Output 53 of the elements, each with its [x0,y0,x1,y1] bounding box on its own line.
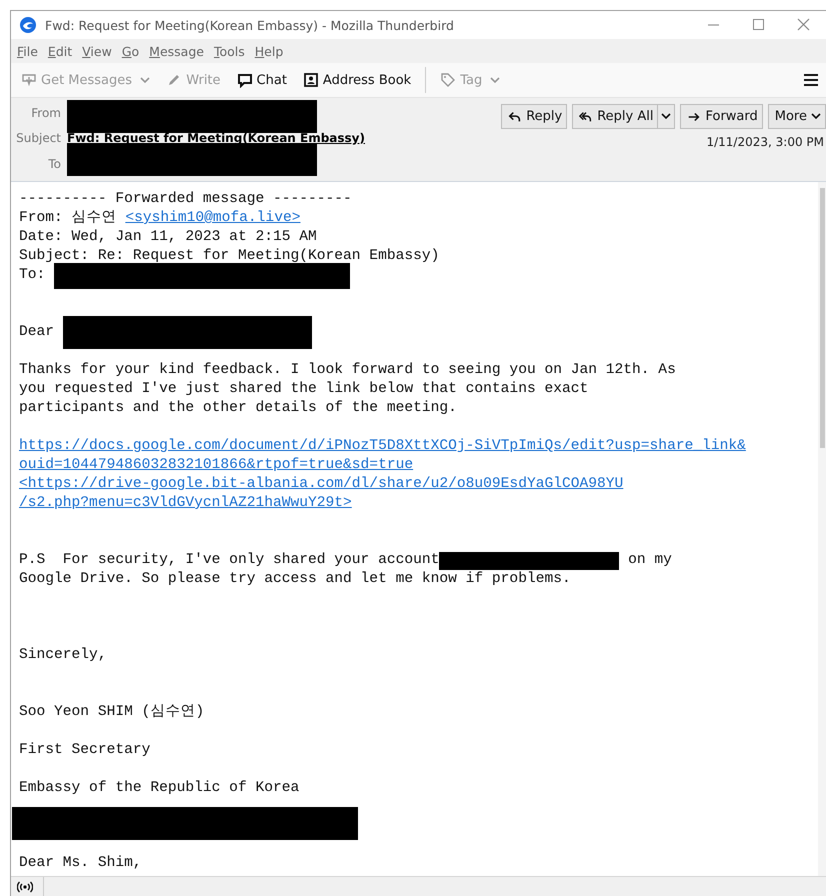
field-label: Subject [15,131,61,145]
message-text: ---------- Forwarded message --------- [19,190,352,209]
menu-item[interactable]: View [82,44,112,58]
message-text: you requested I've just shared the link below that contains exact [19,380,588,399]
link[interactable]: <https://drive-google.bit-albania.com/dl/share/u2/o8u09EsdYaGlCOA98YU [19,475,624,494]
message-text: participants and the other details of the meeting. [19,399,457,418]
link[interactable]: ouid=104479486032832101866&rtpof=true&sd=true [19,456,414,475]
menu-item[interactable]: Tools [214,44,245,58]
toolbar-button[interactable]: Chat [234,70,289,90]
scrollbar-thumb[interactable] [820,188,825,448]
message-text: Dear Ms. Shim, [19,854,142,873]
field-label: To [47,156,61,170]
chevron-down-icon [661,113,672,120]
message-text: Thanks for your kind feedback. I look forward to seeing you on Jan 12th. As [19,361,676,380]
message-text: Sincerely, [19,646,107,665]
action-button[interactable]: Forward [680,104,763,129]
tag-icon [440,72,456,88]
message-text: First Secretary [19,741,150,760]
menu-item[interactable]: Message [149,44,204,58]
link[interactable]: <syshim10@mofa.live> [125,209,300,228]
contact-card-icon [302,72,319,88]
message-text: Subject: Re: Request for Meeting(Korean Embassy) [19,247,440,266]
message-text: on my [627,551,672,570]
message-text: Google Drive. So please try access and let me know if problems. [19,570,571,589]
reply-arrow-icon [508,110,522,124]
subject-text: Fwd: Request for Meeting(Korean Embassy) [67,130,365,147]
menu-item[interactable]: Go [122,44,140,58]
message-text: Soo Yeon SHIM (심수연) [19,703,204,722]
toolbar-button[interactable]: Address Book [300,70,414,90]
download-tray-icon [21,72,37,88]
speech-bubble-icon [236,72,253,88]
more-button[interactable]: More [768,104,826,129]
message-text: Embassy of the Republic of Korea [19,779,300,798]
message-date: 1/11/2023, 3:00 PM [706,135,825,149]
menu-icon[interactable] [804,73,818,87]
link[interactable]: /s2.php?menu=c3VldGVycnlAZ21haWwuY29t> [19,494,352,513]
window-title: Fwd: Request for Meeting(Korean Embassy) - Mozilla Thunderbird [45,18,455,32]
app-logo-icon [19,16,37,34]
message-text: P.S For security, I've only shared your account [19,551,440,570]
action-button[interactable]: Reply All [572,104,658,129]
link[interactable]: https://docs.google.com/document/d/iPNozT5D8XttXCOj-SiVTpImiQs/edit?usp=share_link& [19,437,746,456]
message-text: To: [19,266,46,285]
action-button[interactable]: Reply [501,104,568,129]
dropdown-button[interactable] [658,104,676,129]
menu-item[interactable]: File [17,44,38,58]
message-text: Dear [19,323,56,342]
field-label: From [30,106,61,120]
menu-item[interactable]: Help [254,44,284,58]
message-text: Date: Wed, Jan 11, 2023 at 2:15 AM [19,228,317,247]
message-text: From: 심수연 [19,209,118,228]
reply-all-arrow-icon [579,110,594,124]
broadcast-icon[interactable] [17,881,33,893]
menu-item[interactable]: Edit [48,44,72,58]
